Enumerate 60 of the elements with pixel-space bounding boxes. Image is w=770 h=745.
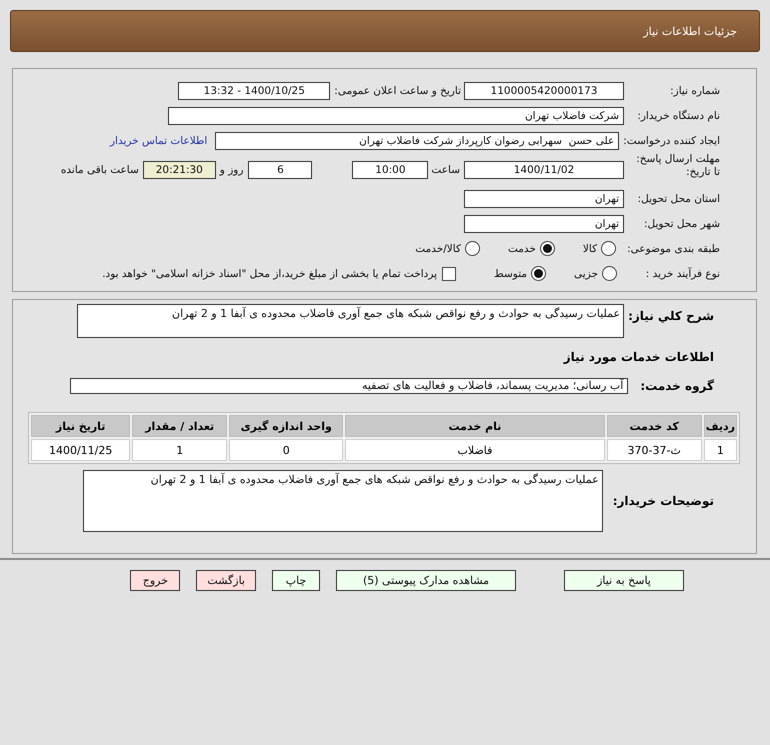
buyer-org-field: شرکت فاضلاب تهران <box>168 106 624 124</box>
buyer-notes-box: عملیات رسیدگی به حوادث و رفع نواقص شبکه های جمع آوری فاضلاب محدوده ی آبفا 1 و 2 تهران <box>82 470 603 532</box>
page-title: جزئیات اطلاعات نیاز <box>643 24 737 38</box>
field-label: ساعت باقی مانده <box>60 164 139 176</box>
announce-date-field: 1400/10/25 - 13:32 <box>178 82 330 100</box>
field-label: طبقه بندی موضوعی: <box>626 242 720 254</box>
deadline-time-field: 10:00 <box>352 160 428 178</box>
field-label: گروه خدمت: <box>640 379 714 393</box>
deadline-date-field: 1400/11/02 <box>464 160 624 178</box>
column-header: واحد اندازه گیری <box>229 415 344 437</box>
option-label: کالا/خدمت <box>415 242 461 254</box>
column-header: نام خدمت <box>345 415 605 437</box>
action-button[interactable]: مشاهده مدارک پیوستی (5) <box>336 570 516 591</box>
field-label: نوع فرآیند خرید : <box>644 268 720 280</box>
option-label: خدمت <box>508 242 536 254</box>
table-cell: 0 <box>229 439 344 461</box>
field-label: روز و <box>220 164 244 176</box>
checkbox[interactable] <box>442 266 456 280</box>
field-label: تاریخ و ساعت اعلان عمومی: <box>334 84 461 96</box>
option-label: جزیی <box>574 268 598 280</box>
radio-button[interactable] <box>601 241 616 256</box>
field-label: مهلت ارسال پاسخ: تا تاریخ: <box>635 153 720 179</box>
action-button[interactable]: بازگشت <box>196 570 256 591</box>
action-button[interactable]: چاپ <box>272 570 320 591</box>
column-header: کد خدمت <box>606 415 702 437</box>
days-field: 6 <box>248 160 312 178</box>
column-header: تعداد / مقدار <box>132 415 228 437</box>
option-label: کالا <box>582 242 598 254</box>
option-label: متوسط <box>494 268 528 280</box>
radio-button[interactable] <box>540 241 555 256</box>
province-field: تهران <box>464 190 624 208</box>
remaining-time-field: 20:21:30 <box>142 160 216 178</box>
summary-box: عملیات رسیدگی به حوادث و رفع نواقص شبکه های جمع آوری فاضلاب محدوده ی آبفا 1 و 2 تهران <box>77 304 624 338</box>
section-heading: اطلاعات خدمات مورد نیاز <box>564 350 714 364</box>
need-number-field: 1100005420000173 <box>464 82 624 100</box>
field-label: ساعت <box>431 164 460 176</box>
field-label: توضیحات خریدار: <box>612 494 714 508</box>
table-cell: 1400/11/25 <box>31 439 130 461</box>
treasury-note: پرداخت تمام یا بخشی از مبلغ خرید،از محل "اسناد خزانه اسلامی" خواهد بود. <box>102 268 438 280</box>
action-button[interactable]: خروج <box>130 570 180 591</box>
column-header: ردیف <box>704 415 737 437</box>
radio-button[interactable] <box>602 266 617 281</box>
requester-field: علی حسن سهرابی رضوان کارپرداز شرکت فاضلاب تهران <box>215 132 620 150</box>
action-button[interactable]: پاسخ به نیاز <box>564 570 684 591</box>
table-cell: 1 <box>132 439 228 461</box>
field-label: شماره نیاز: <box>669 84 720 96</box>
field-label: ایجاد کننده درخواست: <box>622 134 720 146</box>
radio-button[interactable] <box>464 241 480 256</box>
field-label: استان محل تحویل: <box>636 192 720 204</box>
service-group-field: آب رسانی؛ مدیریت پسماند، فاضلاب و فعالیت های تصفیه <box>70 378 628 394</box>
column-header: تاریخ نیاز <box>31 415 130 437</box>
table-cell: 1 <box>704 439 737 461</box>
table-cell: فاضلاب <box>345 439 605 461</box>
field-label: نام دستگاه خریدار: <box>636 110 720 122</box>
radio-button[interactable] <box>531 266 546 281</box>
table-cell: ث-37-370 <box>606 439 702 461</box>
city-field: تهران <box>464 214 624 232</box>
field-label: شهر محل تحویل: <box>643 218 720 230</box>
contact-link[interactable]: اطلاعات تماس خریدار <box>110 134 208 146</box>
field-label: شرح کلي نياز: <box>628 309 714 323</box>
